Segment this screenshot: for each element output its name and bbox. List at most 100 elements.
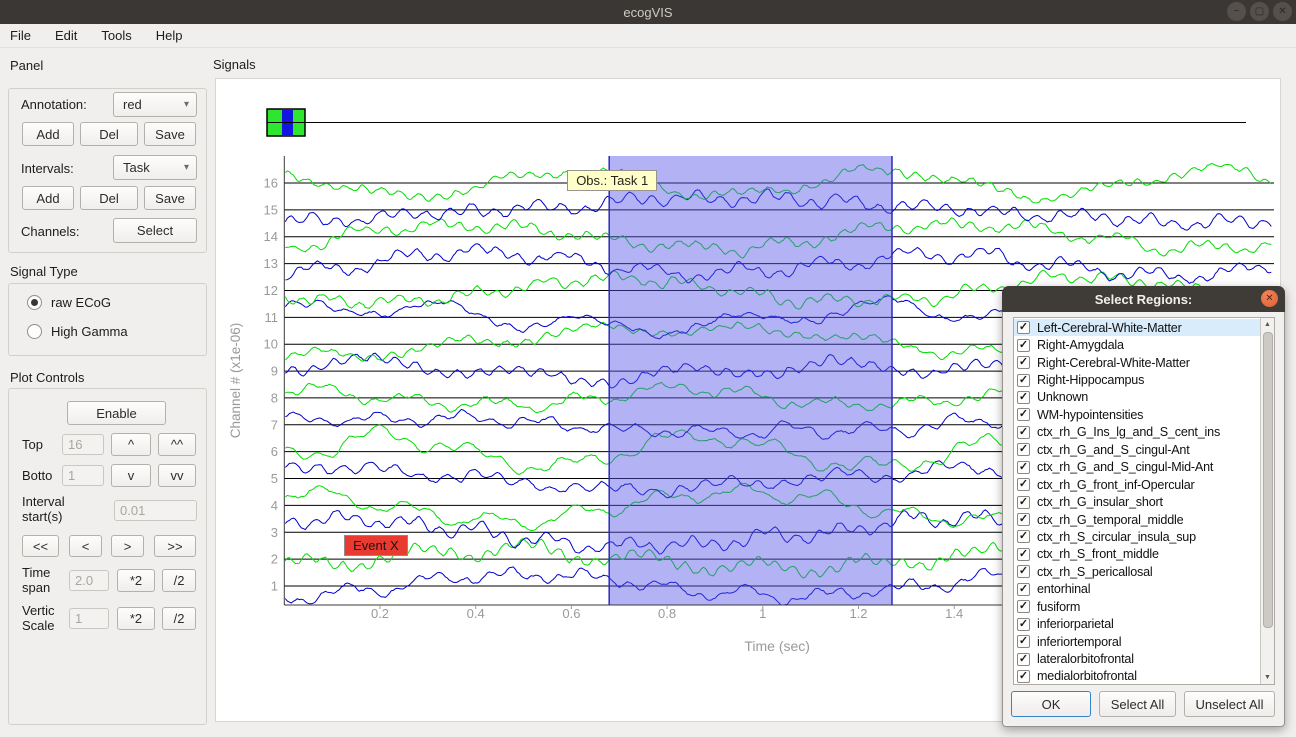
region-label: WM-hypointensities	[1037, 408, 1143, 422]
top-input[interactable]	[62, 434, 104, 455]
region-row[interactable]: ✓Right-Amygdala	[1014, 336, 1274, 353]
channel-down-button[interactable]: v	[111, 464, 151, 487]
region-checkbox[interactable]: ✓	[1017, 356, 1030, 369]
time-span-double-button[interactable]: *2	[117, 569, 155, 592]
seek-forward-button[interactable]: >	[111, 535, 144, 557]
region-row[interactable]: ✓ctx_rh_G_and_S_cingul-Mid-Ant	[1014, 459, 1274, 476]
regions-scrollbar[interactable]: ▲ ▼	[1260, 318, 1274, 684]
region-row[interactable]: ✓Unknown	[1014, 389, 1274, 406]
close-icon[interactable]: ✕	[1273, 2, 1292, 21]
chevron-down-icon: ▾	[184, 99, 189, 110]
interval-start-input[interactable]	[114, 500, 197, 521]
region-checkbox[interactable]: ✓	[1017, 618, 1030, 631]
region-checkbox[interactable]: ✓	[1017, 548, 1030, 561]
channels-select-button[interactable]: Select	[113, 218, 197, 243]
annotation-dropdown[interactable]: red ▾	[113, 92, 197, 117]
region-checkbox[interactable]: ✓	[1017, 530, 1030, 543]
region-row[interactable]: ✓inferiortemporal	[1014, 633, 1274, 650]
region-checkbox[interactable]: ✓	[1017, 600, 1030, 613]
dialog-titlebar[interactable]: Select Regions: ✕	[1002, 286, 1285, 312]
region-checkbox[interactable]: ✓	[1017, 408, 1030, 421]
region-checkbox[interactable]: ✓	[1017, 461, 1030, 474]
region-row[interactable]: ✓ctx_rh_G_and_S_cingul-Ant	[1014, 441, 1274, 458]
seek-fast-forward-button[interactable]: >>	[154, 535, 196, 557]
region-label: Right-Hippocampus	[1037, 373, 1144, 387]
region-row[interactable]: ✓ctx_rh_G_temporal_middle	[1014, 511, 1274, 528]
region-checkbox[interactable]: ✓	[1017, 653, 1030, 666]
annotation-save-button[interactable]: Save	[144, 122, 196, 146]
region-row[interactable]: ✓lateralorbitofrontal	[1014, 650, 1274, 667]
radio-raw-ecog[interactable]: raw ECoG	[27, 295, 111, 310]
region-checkbox[interactable]: ✓	[1017, 443, 1030, 456]
signal-type-groupbox: raw ECoG High Gamma	[8, 283, 207, 356]
interval-start-label: Interval start(s)	[22, 494, 82, 525]
region-checkbox[interactable]: ✓	[1017, 391, 1030, 404]
scrollbar-thumb[interactable]	[1263, 332, 1273, 628]
region-checkbox[interactable]: ✓	[1017, 496, 1030, 509]
region-row[interactable]: ✓Left-Cerebral-White-Matter	[1014, 319, 1274, 336]
region-checkbox[interactable]: ✓	[1017, 374, 1030, 387]
region-row[interactable]: ✓inferiorparietal	[1014, 615, 1274, 632]
region-row[interactable]: ✓ctx_rh_G_Ins_lg_and_S_cent_ins	[1014, 424, 1274, 441]
enable-button[interactable]: Enable	[67, 401, 166, 425]
region-row[interactable]: ✓ctx_rh_S_circular_insula_sup	[1014, 528, 1274, 545]
scroll-up-icon[interactable]: ▲	[1261, 318, 1275, 331]
region-row[interactable]: ✓ctx_rh_G_insular_short	[1014, 493, 1274, 510]
select-all-button[interactable]: Select All	[1099, 691, 1176, 717]
vertical-scale-half-button[interactable]: /2	[162, 607, 196, 630]
channel-down-fast-button[interactable]: vv	[158, 464, 196, 487]
region-row[interactable]: ✓ WM-hypointensities	[1014, 406, 1274, 423]
seek-fast-back-button[interactable]: <<	[22, 535, 59, 557]
region-checkbox[interactable]: ✓	[1017, 339, 1030, 352]
menu-item-edit[interactable]: Edit	[55, 28, 77, 43]
interval-add-button[interactable]: Add	[22, 186, 74, 210]
region-checkbox[interactable]: ✓	[1017, 670, 1030, 683]
unselect-all-button[interactable]: Unselect All	[1184, 691, 1275, 717]
region-row[interactable]: ✓fusiform	[1014, 598, 1274, 615]
region-row[interactable]: ✓ entorhinal	[1014, 581, 1274, 598]
svg-text:0.2: 0.2	[371, 606, 389, 621]
region-row[interactable]: ✓ctx_rh_S_front_middle	[1014, 546, 1274, 563]
close-icon[interactable]: ✕	[1261, 290, 1278, 307]
interval-save-button[interactable]: Save	[144, 186, 196, 210]
seek-back-button[interactable]: <	[69, 535, 102, 557]
region-row[interactable]: ✓ctx_rh_G_front_inf-Opercular	[1014, 476, 1274, 493]
region-checkbox[interactable]: ✓	[1017, 513, 1030, 526]
region-row[interactable]: ✓Right-Cerebral-White-Matter	[1014, 354, 1274, 371]
time-span-half-button[interactable]: /2	[162, 569, 196, 592]
svg-text:6: 6	[271, 444, 278, 459]
vertical-scale-input[interactable]	[69, 608, 109, 629]
vertical-scale-double-button[interactable]: *2	[117, 607, 155, 630]
svg-text:1: 1	[271, 579, 278, 594]
interval-del-button[interactable]: Del	[80, 186, 138, 210]
dialog-title: Select Regions:	[1095, 292, 1193, 307]
region-checkbox[interactable]: ✓	[1017, 321, 1030, 334]
bottom-input[interactable]	[62, 465, 104, 486]
svg-text:1: 1	[759, 606, 766, 621]
region-row[interactable]: ✓medialorbitofrontal	[1014, 668, 1274, 685]
channel-up-fast-button[interactable]: ^^	[158, 433, 196, 456]
region-checkbox[interactable]: ✓	[1017, 478, 1030, 491]
ok-button[interactable]: OK	[1011, 691, 1091, 717]
channel-up-button[interactable]: ^	[111, 433, 151, 456]
region-checkbox[interactable]: ✓	[1017, 635, 1030, 648]
region-row[interactable]: ✓ctx_rh_S_pericallosal	[1014, 563, 1274, 580]
radio-high-gamma[interactable]: High Gamma	[27, 324, 128, 339]
region-checkbox[interactable]: ✓	[1017, 426, 1030, 439]
menu-item-help[interactable]: Help	[156, 28, 183, 43]
time-span-input[interactable]	[69, 570, 109, 591]
menu-item-file[interactable]: File	[10, 28, 31, 43]
scroll-down-icon[interactable]: ▼	[1261, 671, 1275, 684]
svg-text:14: 14	[264, 229, 278, 244]
region-row[interactable]: ✓ Right-Hippocampus	[1014, 371, 1274, 388]
svg-text:4: 4	[271, 498, 278, 513]
intervals-dropdown[interactable]: Task ▾	[113, 155, 197, 180]
minimize-icon[interactable]: −	[1227, 2, 1246, 21]
maximize-icon[interactable]: ▢	[1250, 2, 1269, 21]
region-label: entorhinal	[1037, 582, 1090, 596]
annotation-del-button[interactable]: Del	[80, 122, 138, 146]
annotation-add-button[interactable]: Add	[22, 122, 74, 146]
region-checkbox[interactable]: ✓	[1017, 565, 1030, 578]
region-checkbox[interactable]: ✓	[1017, 583, 1030, 596]
menu-item-tools[interactable]: Tools	[101, 28, 131, 43]
